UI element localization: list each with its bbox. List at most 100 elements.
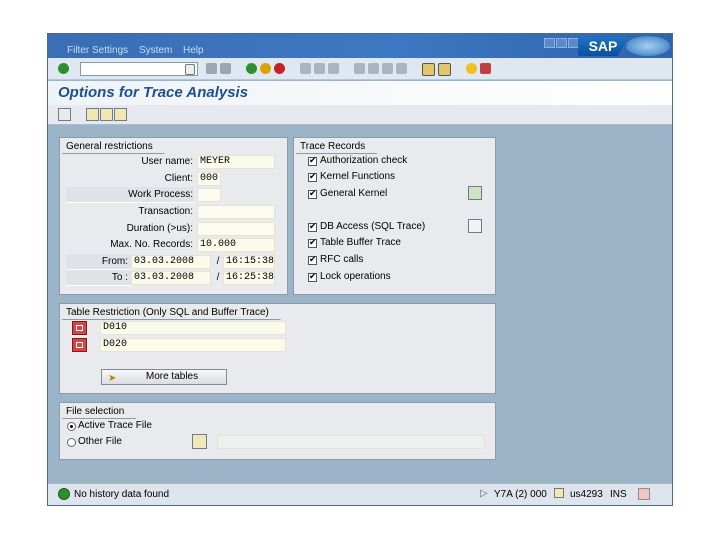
save-variant-icon[interactable] bbox=[100, 108, 113, 121]
close-icon[interactable] bbox=[568, 38, 579, 48]
status-resize-icon bbox=[638, 488, 650, 500]
file-selection-title: File selection bbox=[62, 405, 136, 419]
enter-icon[interactable] bbox=[58, 63, 69, 74]
authorization-check-label: Authorization check bbox=[320, 155, 408, 166]
rfc-calls-checkbox[interactable] bbox=[308, 254, 317, 265]
help-icon[interactable] bbox=[466, 63, 477, 74]
delete-variant-icon[interactable] bbox=[114, 108, 127, 121]
history-back-icon[interactable] bbox=[206, 63, 217, 74]
db-access-options-icon[interactable] bbox=[468, 219, 482, 233]
to-time-field[interactable]: 16:25:38 bbox=[223, 271, 275, 285]
sap-window: Filter Settings System Help SAP Options … bbox=[47, 33, 673, 506]
last-page-icon[interactable] bbox=[396, 63, 407, 74]
rfc-calls-label: RFC calls bbox=[320, 254, 364, 265]
minimize-icon[interactable] bbox=[544, 38, 555, 48]
lock-operations-checkbox[interactable] bbox=[308, 271, 317, 282]
status-system: Y7A (2) 000 bbox=[494, 489, 547, 500]
file-selection-group: File selection Active Trace File Other F… bbox=[59, 402, 496, 460]
maximize-icon[interactable] bbox=[556, 38, 567, 48]
to-separator: / bbox=[216, 272, 220, 283]
to-date-field[interactable]: 03.03.2008 bbox=[131, 271, 211, 285]
to-label: To : bbox=[111, 272, 128, 283]
client-field[interactable]: 000 bbox=[197, 172, 221, 186]
active-trace-file-label: Active Trace File bbox=[78, 420, 152, 431]
status-input-mode: INS bbox=[610, 489, 627, 500]
client-label: Client: bbox=[164, 173, 193, 184]
from-separator: / bbox=[216, 256, 220, 267]
other-file-radio[interactable] bbox=[67, 438, 76, 447]
transaction-label: Transaction: bbox=[138, 206, 193, 217]
general-kernel-checkbox[interactable] bbox=[308, 188, 317, 199]
save-icon[interactable] bbox=[220, 63, 231, 74]
user-name-field[interactable]: MEYER bbox=[197, 155, 275, 169]
standard-toolbar bbox=[48, 58, 672, 80]
delete-row-icon[interactable] bbox=[72, 338, 87, 352]
menu-help[interactable]: Help bbox=[183, 45, 204, 56]
general-restrictions-group: General restrictions User name: MEYER Cl… bbox=[59, 137, 288, 295]
db-access-checkbox[interactable] bbox=[308, 221, 317, 232]
other-file-label: Other File bbox=[78, 436, 122, 447]
kernel-functions-checkbox[interactable] bbox=[308, 171, 317, 182]
work-process-label: Work Process: bbox=[128, 189, 193, 200]
title-bar: Filter Settings System Help SAP bbox=[48, 34, 672, 58]
table-restriction-group: Table Restriction (Only SQL and Buffer T… bbox=[59, 303, 496, 394]
transaction-field[interactable] bbox=[197, 205, 275, 219]
trace-records-title: Trace Records bbox=[296, 140, 377, 154]
sap-logo: SAP bbox=[578, 37, 628, 56]
lock-operations-label: Lock operations bbox=[320, 271, 391, 282]
command-dropdown-icon[interactable] bbox=[185, 64, 195, 75]
command-field[interactable] bbox=[80, 62, 198, 76]
layout-menu-icon[interactable] bbox=[480, 63, 491, 74]
title-area: Options for Trace Analysis bbox=[48, 81, 672, 105]
table-buffer-trace-label: Table Buffer Trace bbox=[320, 237, 401, 248]
menu-system[interactable]: System bbox=[139, 45, 172, 56]
print-icon[interactable] bbox=[300, 63, 311, 74]
create-session-icon[interactable] bbox=[422, 63, 435, 76]
application-toolbar bbox=[48, 105, 672, 125]
file-browse-icon[interactable] bbox=[192, 434, 207, 449]
status-expand-icon[interactable]: ▷ bbox=[480, 488, 488, 499]
work-process-field[interactable] bbox=[197, 188, 221, 202]
success-icon bbox=[58, 488, 70, 500]
trace-records-group: Trace Records Authorization check Kernel… bbox=[293, 137, 496, 295]
more-tables-button[interactable]: ➤ More tables bbox=[101, 369, 227, 385]
table-buffer-trace-checkbox[interactable] bbox=[308, 237, 317, 248]
shortcut-icon[interactable] bbox=[438, 63, 451, 76]
delete-row-icon[interactable] bbox=[72, 321, 87, 335]
page-title: Options for Trace Analysis bbox=[58, 84, 249, 101]
previous-page-icon[interactable] bbox=[368, 63, 379, 74]
general-restrictions-title: General restrictions bbox=[62, 140, 165, 154]
duration-label: Duration (>us): bbox=[126, 223, 193, 234]
duration-field[interactable] bbox=[197, 222, 275, 236]
user-name-label: User name: bbox=[141, 156, 193, 167]
db-access-label: DB Access (SQL Trace) bbox=[320, 221, 426, 232]
authorization-check-checkbox[interactable] bbox=[308, 155, 317, 166]
next-page-icon[interactable] bbox=[382, 63, 393, 74]
from-time-field[interactable]: 16:15:38 bbox=[223, 255, 275, 269]
status-server: us4293 bbox=[570, 489, 603, 500]
get-variant-icon[interactable] bbox=[86, 108, 99, 121]
exit-icon[interactable] bbox=[260, 63, 271, 74]
table-name-field[interactable]: D010 bbox=[100, 321, 286, 335]
cancel-icon[interactable] bbox=[274, 63, 285, 74]
active-trace-file-radio[interactable] bbox=[67, 422, 76, 431]
table-name-field[interactable]: D020 bbox=[100, 338, 286, 352]
general-kernel-label: General Kernel bbox=[320, 188, 388, 199]
execute-icon[interactable] bbox=[58, 108, 71, 121]
more-tables-label: More tables bbox=[145, 371, 199, 382]
table-restriction-title: Table Restriction (Only SQL and Buffer T… bbox=[62, 306, 281, 320]
logo-ripple-icon bbox=[626, 36, 670, 56]
general-kernel-options-icon[interactable] bbox=[468, 186, 482, 200]
from-date-field[interactable]: 03.03.2008 bbox=[131, 255, 211, 269]
max-records-field[interactable]: 10.000 bbox=[197, 238, 275, 252]
status-bar: No history data found ▷ Y7A (2) 000 us42… bbox=[48, 483, 672, 505]
find-next-icon[interactable] bbox=[328, 63, 339, 74]
session-info-icon[interactable] bbox=[554, 488, 564, 498]
find-icon[interactable] bbox=[314, 63, 325, 74]
back-icon[interactable] bbox=[246, 63, 257, 74]
first-page-icon[interactable] bbox=[354, 63, 365, 74]
other-file-path-field[interactable] bbox=[217, 435, 485, 449]
kernel-functions-label: Kernel Functions bbox=[320, 171, 396, 182]
status-message: No history data found bbox=[74, 489, 170, 500]
menu-filter-settings[interactable]: Filter Settings bbox=[67, 45, 128, 56]
